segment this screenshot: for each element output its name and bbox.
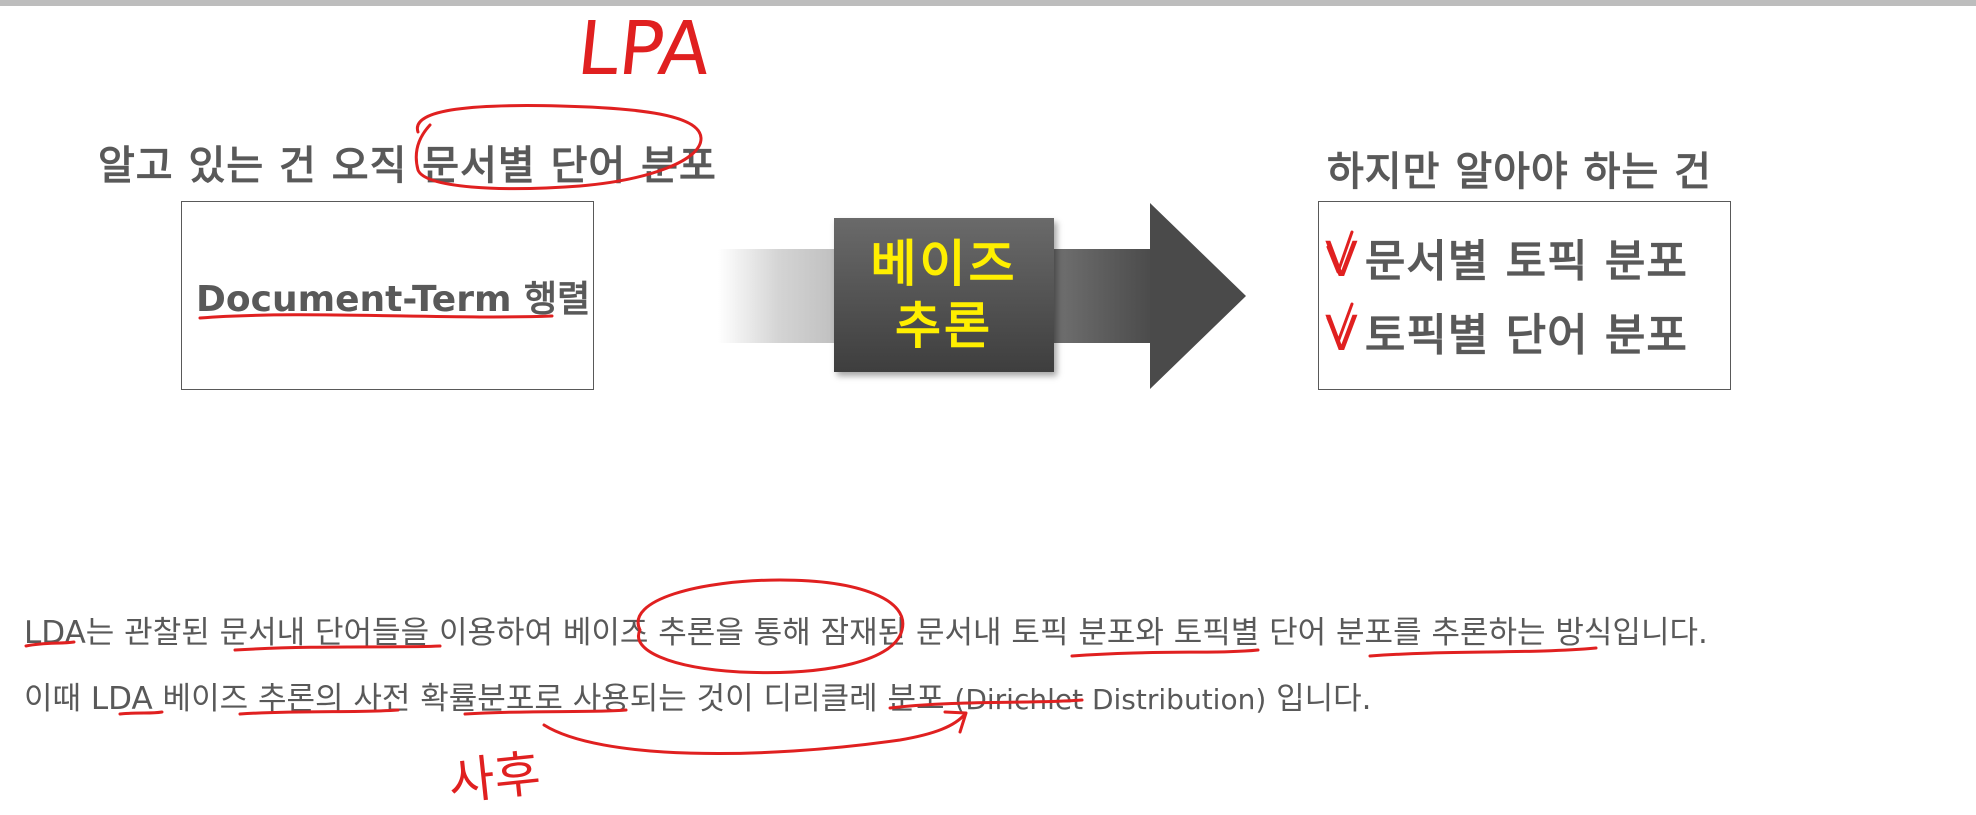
paragraph-text: 이때 LDA 베이즈 추론의 사전 확률분포로 사용되는 것이 디리클레 분포: [24, 681, 955, 717]
handwritten-bottom-label: 사후: [445, 744, 544, 812]
right-heading: 하지만 알아야 하는 건: [1327, 149, 1712, 195]
dirichlet-english: (Dirichlet Distribution): [954, 683, 1267, 716]
bayes-label-line1: 베이즈: [870, 235, 1018, 293]
paragraph-line-1-text: LDA는 관찰된 문서내 단어들을 이용하여 베이즈 추론을 통해 잠재된 문서…: [24, 615, 1708, 651]
right-item-label: 토픽별 단어 분포: [1364, 310, 1688, 361]
left-heading: 알고 있는 건 오직 문서별 단어 분포: [98, 143, 717, 189]
right-item-doc-topic: V 문서별 토픽 분포: [1325, 225, 1688, 289]
paragraph-line-1: LDA는 관찰된 문서내 단어들을 이용하여 베이즈 추론을 통해 잠재된 문서…: [24, 607, 1708, 652]
top-divider: [0, 0, 1976, 6]
document-term-label: Document-Term 행렬: [196, 279, 591, 320]
check-icon: V: [1325, 232, 1359, 288]
paragraph-text: 입니다.: [1266, 681, 1372, 717]
unknowns-box: V 문서별 토픽 분포 V 토픽별 단어 분포: [1318, 201, 1731, 390]
right-item-topic-word: V 토픽별 단어 분포: [1325, 299, 1688, 363]
handwritten-top-label: LPA: [573, 6, 715, 92]
document-term-box: Document-Term 행렬: [181, 201, 594, 390]
arrow-head-icon: [1150, 203, 1246, 389]
curved-arrow: [542, 712, 967, 755]
paragraph-line-2: 이때 LDA 베이즈 추론의 사전 확률분포로 사용되는 것이 디리클레 분포 …: [24, 673, 1372, 718]
check-icon: V: [1325, 306, 1359, 362]
bayes-inference-box: 베이즈 추론: [834, 218, 1054, 372]
bayes-label-line2: 추론: [895, 297, 993, 355]
right-item-label: 문서별 토픽 분포: [1364, 236, 1688, 287]
